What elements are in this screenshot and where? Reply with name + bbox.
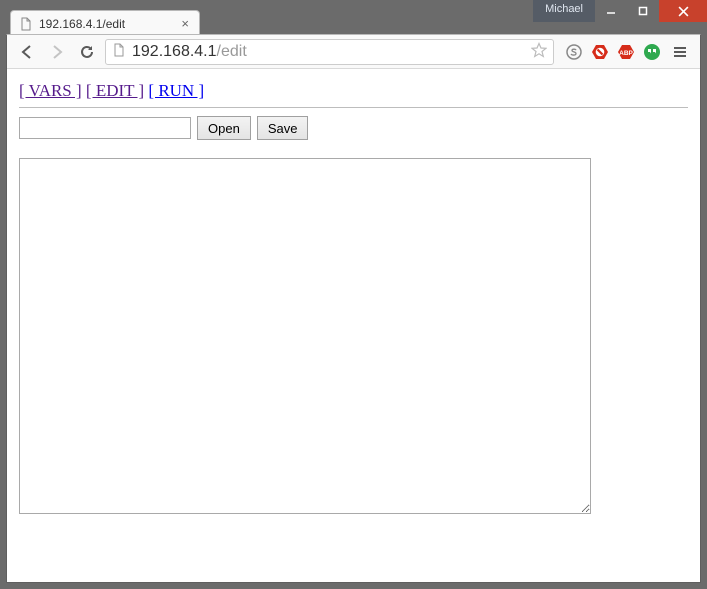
window-maximize-button[interactable] <box>627 0 659 22</box>
bookmark-star-icon[interactable] <box>531 42 547 61</box>
browser-toolbar: 192.168.4.1/edit ABP <box>7 35 700 69</box>
tab-close-button[interactable]: × <box>179 17 191 30</box>
save-button[interactable]: Save <box>257 116 309 140</box>
vars-link[interactable]: [ VARS ] <box>19 81 82 100</box>
back-button[interactable] <box>15 40 39 64</box>
extension-hangouts-icon[interactable] <box>642 42 662 62</box>
file-controls: Open Save <box>19 116 688 140</box>
site-page-icon <box>112 43 126 60</box>
chrome-menu-button[interactable] <box>668 40 692 64</box>
user-badge[interactable]: Michael <box>533 0 595 22</box>
reload-button[interactable] <box>75 40 99 64</box>
open-button[interactable]: Open <box>197 116 251 140</box>
extension-skype-icon[interactable] <box>564 42 584 62</box>
page-content: [ VARS ] [ EDIT ] [ RUN ] Open Save <box>7 69 700 582</box>
run-link[interactable]: [ RUN ] <box>148 81 204 100</box>
url-host: 192.168.4.1 <box>132 43 217 60</box>
filename-input[interactable] <box>19 117 191 139</box>
user-badge-label: Michael <box>545 3 583 15</box>
svg-text:ABP: ABP <box>619 50 633 57</box>
extension-ublock-icon[interactable] <box>590 42 610 62</box>
window-minimize-button[interactable] <box>595 0 627 22</box>
url-text: 192.168.4.1/edit <box>132 43 525 61</box>
forward-button[interactable] <box>45 40 69 64</box>
page-icon <box>19 17 33 31</box>
address-bar[interactable]: 192.168.4.1/edit <box>105 39 554 65</box>
editor-textarea[interactable] <box>19 158 591 514</box>
tab-title: 192.168.4.1/edit <box>39 17 173 31</box>
url-path: /edit <box>217 43 247 60</box>
edit-link[interactable]: [ EDIT ] <box>86 81 144 100</box>
browser-tab[interactable]: 192.168.4.1/edit × <box>10 10 200 36</box>
window-close-button[interactable] <box>659 0 707 22</box>
divider <box>19 107 688 108</box>
nav-links: [ VARS ] [ EDIT ] [ RUN ] <box>19 81 688 101</box>
extension-adblockplus-icon[interactable]: ABP <box>616 42 636 62</box>
